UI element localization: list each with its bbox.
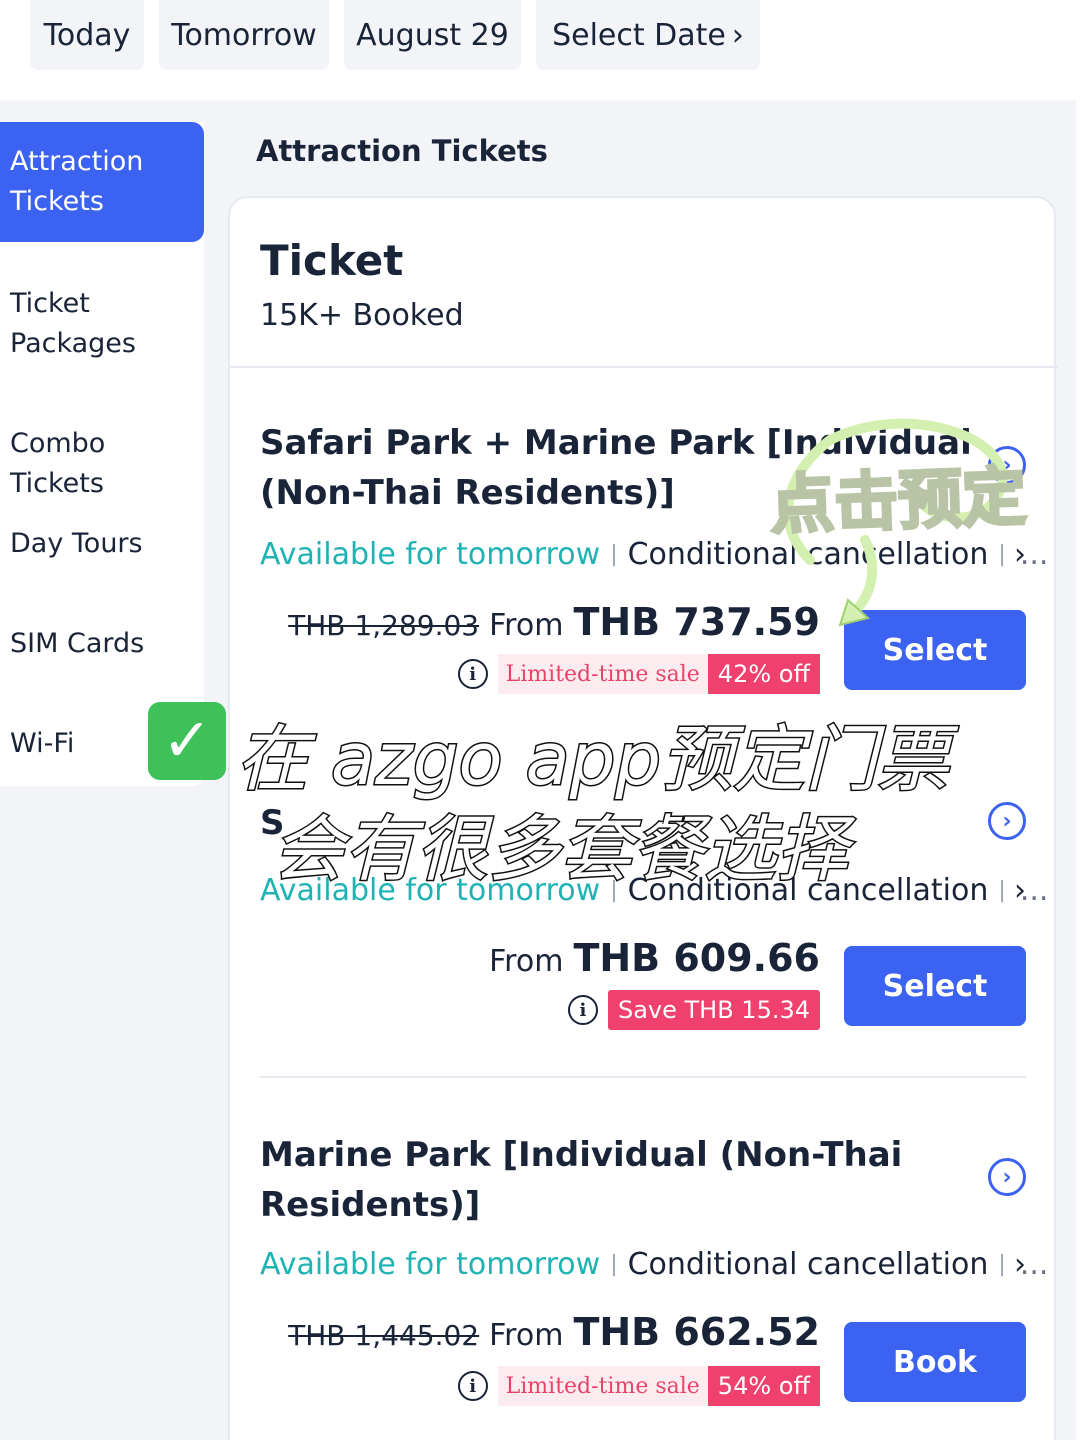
discount-row: i Save THB 15.34	[567, 990, 820, 1030]
original-price: THB 1,289.03	[288, 609, 480, 642]
book-button[interactable]: Book	[844, 1322, 1026, 1402]
cancellation-text: Conditional cancellation	[627, 1246, 989, 1282]
original-price: THB 1,445.02	[288, 1319, 480, 1352]
from-label: From	[489, 944, 564, 979]
sidebar-item-ticket-packages[interactable]: Ticket Packages	[0, 284, 204, 364]
sidebar-item-combo-tickets[interactable]: Combo Tickets	[0, 424, 204, 504]
sidebar-item-attraction-tickets[interactable]: Attraction Tickets	[0, 122, 204, 242]
discount-badge: 42% off	[707, 654, 820, 694]
date-tab-tomorrow[interactable]: Tomorrow	[159, 0, 329, 70]
discount-badge: 54% off	[707, 1366, 820, 1406]
discount-row: i Limited-time sale 42% off	[457, 654, 820, 694]
circle-chevron-right-icon[interactable]: ›	[988, 802, 1026, 840]
separator: |	[610, 541, 618, 567]
date-tab-label: Select Date	[552, 17, 726, 53]
section-title: Attraction Tickets	[256, 134, 548, 168]
divider	[230, 366, 1058, 368]
sale-label: Limited-time sale	[497, 654, 708, 694]
date-tab-august-29[interactable]: August 29	[344, 0, 521, 70]
separator: |	[998, 1251, 1006, 1277]
date-tab-label: Tomorrow	[171, 17, 317, 53]
sidebar-item-label: Attraction Tickets	[10, 146, 144, 217]
select-button[interactable]: Select	[844, 946, 1026, 1026]
package-title[interactable]: Marine Park [Individual (Non-Thai Reside…	[260, 1130, 976, 1230]
date-tab-today[interactable]: Today	[30, 0, 144, 70]
sidebar-item-day-tours[interactable]: Day Tours	[0, 524, 204, 564]
edge-strip	[1076, 100, 1080, 1440]
chevron-right-icon: ›	[731, 17, 744, 53]
separator: |	[998, 877, 1006, 903]
circle-chevron-right-icon[interactable]: ›	[988, 1158, 1026, 1196]
date-tab-select-date[interactable]: Select Date ›	[536, 0, 760, 70]
save-badge: Save THB 15.34	[607, 990, 820, 1030]
card-title: Ticket	[260, 236, 404, 285]
current-price: THB 662.52	[573, 1310, 820, 1354]
availability-text: Available for tomorrow	[260, 1246, 601, 1282]
chevron-right-icon: ›	[1014, 872, 1026, 908]
package-info-row[interactable]: Available for tomorrow | Conditional can…	[260, 1244, 1048, 1284]
from-label: From	[489, 1318, 564, 1353]
price-row: From THB 609.66	[489, 936, 820, 980]
date-tab-label: August 29	[356, 17, 509, 53]
date-tab-label: Today	[43, 17, 131, 53]
date-bar: Today Tomorrow August 29 Select Date ›	[0, 0, 1080, 100]
info-icon[interactable]: i	[567, 995, 598, 1025]
booked-count: 15K+ Booked	[260, 298, 464, 333]
availability-text: Available for tomorrow	[260, 536, 601, 572]
sale-label: Limited-time sale	[497, 1366, 708, 1406]
check-mark-icon: ✓	[148, 702, 226, 780]
info-icon[interactable]: i	[457, 1371, 488, 1401]
category-sidebar: Attraction Tickets Ticket Packages Combo…	[0, 122, 204, 786]
price-row: THB 1,445.02 From THB 662.52	[288, 1310, 820, 1354]
sidebar-item-sim-cards[interactable]: SIM Cards	[0, 624, 204, 664]
chevron-right-icon: ›	[1014, 1246, 1026, 1282]
tap-hint-text: 点击预定	[767, 459, 1028, 545]
info-icon[interactable]: i	[457, 659, 488, 689]
overlay-caption-line2: 会有很多套餐选择	[270, 806, 849, 893]
divider	[260, 1076, 1026, 1078]
separator: |	[610, 1251, 618, 1277]
price-row: THB 1,289.03 From THB 737.59	[288, 600, 820, 644]
discount-row: i Limited-time sale 54% off	[457, 1366, 820, 1406]
current-price: THB 609.66	[573, 936, 820, 980]
from-label: From	[489, 608, 564, 643]
